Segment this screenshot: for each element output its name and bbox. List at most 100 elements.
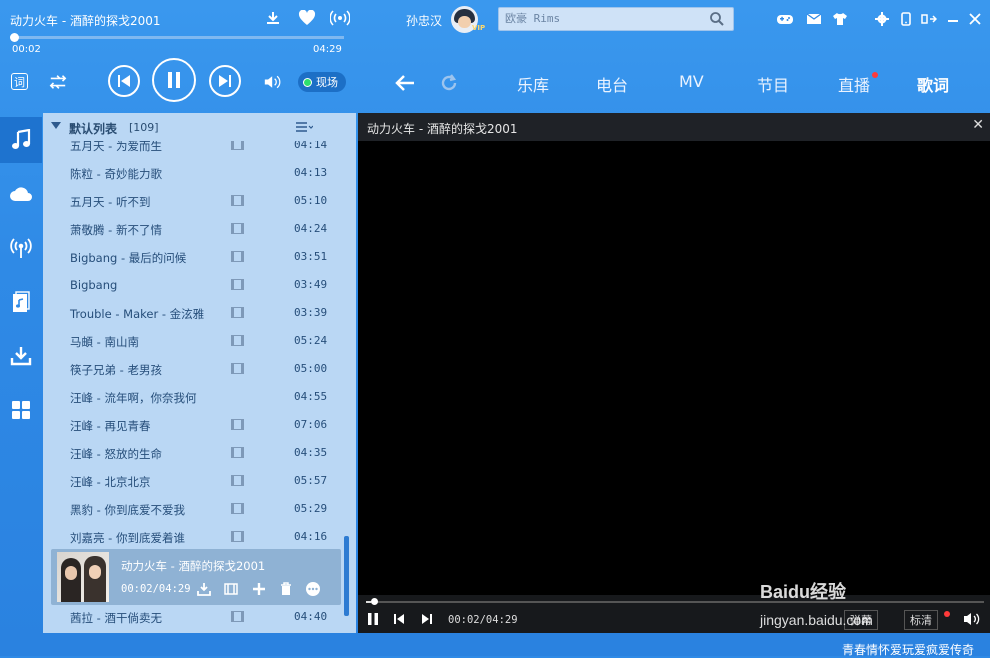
video-time: 00:02/04:29 (448, 614, 518, 626)
song-duration: 05:00 (294, 362, 328, 375)
nav-tab-live[interactable]: 直播 (838, 72, 870, 96)
mv-film-icon[interactable] (231, 475, 244, 486)
playlist-count: [109] (129, 121, 159, 134)
close-icon[interactable] (966, 10, 984, 28)
list-item[interactable]: 筷子兄弟 - 老男孩 05:00 (43, 355, 356, 383)
list-item[interactable]: 黑豹 - 你到底爱不爱我 05:29 (43, 495, 356, 523)
quality-button[interactable]: 标清 (904, 610, 938, 630)
list-item[interactable]: 汪峰 - 怒放的生命 04:35 (43, 439, 356, 467)
gamepad-icon[interactable] (776, 10, 794, 28)
watermark-url: jingyan.baidu.com (760, 612, 873, 628)
list-item[interactable]: 陈粒 - 奇妙能力歌 04:13 (43, 159, 356, 187)
skin-shirt-icon[interactable] (831, 10, 849, 28)
list-item[interactable]: Bigbang 03:49 (43, 271, 356, 299)
refresh-icon[interactable] (438, 72, 460, 94)
total-time: 04:29 (313, 44, 342, 55)
mv-film-icon[interactable] (231, 335, 244, 346)
search-icon[interactable] (709, 11, 725, 27)
nav-tab-programs[interactable]: 节目 (757, 72, 789, 96)
music-library-icon (13, 291, 30, 312)
video-progress-bar[interactable] (366, 598, 984, 605)
previous-button[interactable] (108, 65, 140, 97)
download-icon[interactable] (264, 10, 282, 28)
more-options-icon[interactable] (305, 581, 321, 597)
song-progress-knob[interactable] (10, 33, 19, 42)
song-duration: 05:57 (294, 474, 328, 487)
list-item[interactable]: 汪峰 - 再见青春 07:06 (43, 411, 356, 439)
mv-film-icon[interactable] (231, 419, 244, 430)
live-toggle[interactable]: 现场 (298, 72, 346, 92)
list-item[interactable]: 汪峰 - 北京北京 05:57 (43, 467, 356, 495)
video-pause-icon[interactable] (366, 612, 380, 626)
video-next-icon[interactable] (420, 612, 434, 626)
mv-film-icon[interactable] (231, 223, 244, 234)
shuffle-icon[interactable] (49, 73, 67, 91)
mv-film-icon[interactable] (231, 447, 244, 458)
list-item[interactable]: 五月天 - 听不到 05:10 (43, 187, 356, 215)
list-item[interactable]: 马頔 - 南山南 05:24 (43, 327, 356, 355)
cloud-icon (10, 187, 32, 201)
mail-icon[interactable] (805, 10, 823, 28)
mv-film-icon[interactable] (231, 195, 244, 206)
radio-antenna-icon (10, 238, 32, 258)
playlist-header[interactable]: 默认列表 [109] (43, 113, 356, 141)
broadcast-icon[interactable] (329, 10, 351, 28)
video-volume-icon[interactable] (962, 612, 982, 626)
sidebar-item-apps[interactable] (0, 387, 42, 433)
song-name: 陈粒 - 奇妙能力歌 (70, 167, 162, 181)
mv-film-icon[interactable] (231, 363, 244, 374)
username[interactable]: 孙忠汉 (406, 12, 442, 29)
vip-badge: VIP (472, 24, 486, 32)
settings-gear-icon[interactable] (873, 10, 891, 28)
player-window: 动力火车 - 酒醉的探戈2001 00:02 04:29 词 现场 孙忠汉 VI… (0, 0, 990, 658)
volume-icon[interactable] (264, 73, 282, 91)
sidebar-item-cloud[interactable] (0, 171, 42, 217)
minimize-icon[interactable] (944, 10, 962, 28)
next-button[interactable] (209, 65, 241, 97)
song-duration: 03:39 (294, 306, 328, 319)
mobile-icon[interactable] (897, 10, 915, 28)
mv-film-icon[interactable] (231, 251, 244, 262)
delete-trash-icon[interactable] (278, 581, 294, 597)
mv-film-icon[interactable] (231, 611, 244, 622)
favorite-heart-icon[interactable] (298, 9, 316, 28)
list-item[interactable]: 茜拉 - 酒干倘卖无 04:40 (43, 603, 356, 631)
search-input[interactable]: 欧豪 Rims (498, 7, 734, 31)
mv-film-icon[interactable] (231, 307, 244, 318)
list-item[interactable]: Bigbang - 最后的问候 03:51 (43, 243, 356, 271)
nav-tab-mv[interactable]: MV (679, 72, 704, 91)
sidebar-item-music[interactable] (0, 117, 42, 163)
sidebar-item-library[interactable] (0, 279, 42, 325)
nav-tab-lyrics[interactable]: 歌词 (917, 72, 949, 96)
sidebar-item-download[interactable] (0, 333, 42, 379)
nav-tab-radio[interactable]: 电台 (596, 72, 628, 96)
song-progress-bar[interactable] (10, 33, 344, 42)
playlist-scrollbar[interactable] (344, 536, 349, 616)
list-item[interactable]: 萧敬腾 - 新不了情 04:24 (43, 215, 356, 243)
live-label: 现场 (316, 76, 338, 89)
mv-film-icon[interactable] (231, 503, 244, 514)
back-arrow-icon[interactable] (394, 72, 416, 94)
download-icon[interactable] (196, 581, 212, 597)
nav-tab-library[interactable]: 乐库 (517, 72, 549, 96)
mini-mode-icon[interactable] (920, 10, 938, 28)
list-item[interactable]: 汪峰 - 流年啊，你奈我何 04:55 (43, 383, 356, 411)
video-previous-icon[interactable] (392, 612, 406, 626)
lyric-toggle-button[interactable]: 词 (11, 73, 28, 90)
mv-film-icon[interactable] (231, 531, 244, 542)
sidebar-item-radio[interactable] (0, 225, 42, 271)
now-playing-title: 动力火车 - 酒醉的探戈2001 (121, 559, 266, 573)
add-icon[interactable] (251, 581, 267, 597)
now-playing-row[interactable]: 动力火车 - 酒醉的探戈2001 00:02/04:29 (51, 549, 341, 605)
list-item[interactable]: Trouble - Maker - 金泫雅 03:39 (43, 299, 356, 327)
video-progress-knob[interactable] (371, 598, 378, 605)
mv-film-icon[interactable] (223, 581, 239, 597)
pause-button[interactable] (152, 58, 196, 102)
song-name: 汪峰 - 怒放的生命 (70, 447, 162, 461)
mv-film-icon[interactable] (231, 279, 244, 290)
playlist-menu-icon[interactable] (295, 121, 313, 133)
list-item[interactable]: 刘嘉亮 - 你到底爱着谁 04:16 (43, 523, 356, 549)
close-video-icon[interactable]: ✕ (972, 117, 984, 133)
status-text[interactable]: 青春情怀爱玩爱疯爱传奇 (842, 641, 974, 658)
collapse-triangle-icon[interactable] (51, 122, 61, 129)
